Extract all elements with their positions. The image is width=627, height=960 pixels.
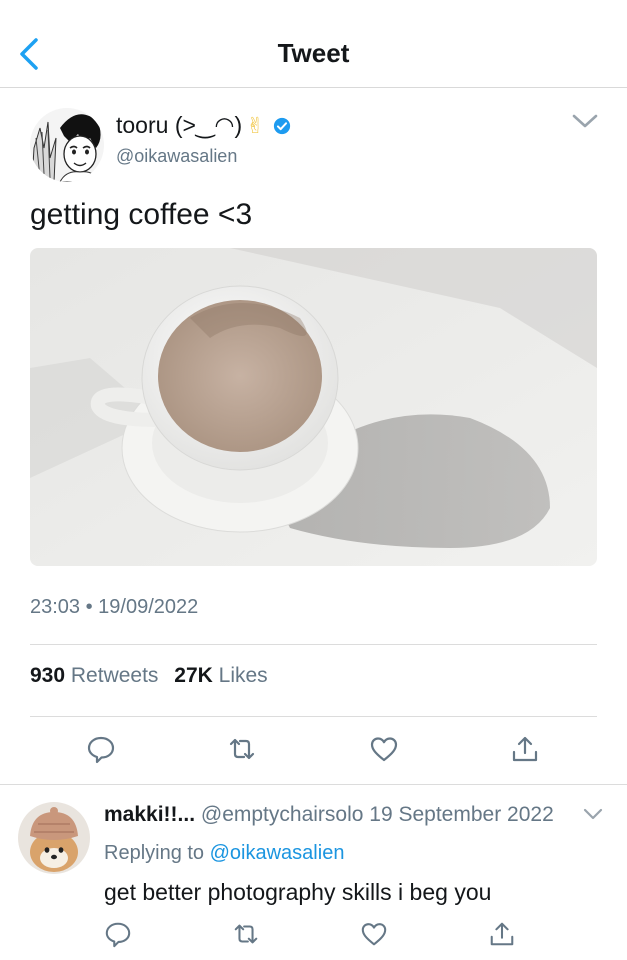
reply-author-handle[interactable]: @emptychairsolo bbox=[201, 803, 364, 826]
replying-to-mention[interactable]: @oikawasalien bbox=[210, 842, 345, 864]
tweet-photo[interactable] bbox=[30, 248, 597, 566]
tweet-timestamp: 23:03 • 19/09/2022 bbox=[30, 596, 199, 618]
verified-badge-icon bbox=[273, 117, 290, 134]
tweet-stats: 930 Retweets 27K Likes bbox=[30, 664, 268, 688]
author-avatar[interactable] bbox=[30, 108, 104, 182]
reply-date: 19 September 2022 bbox=[369, 803, 554, 826]
reply-icon[interactable] bbox=[104, 920, 132, 948]
nav-bar: Tweet bbox=[0, 0, 627, 88]
chevron-down-icon[interactable] bbox=[582, 806, 604, 824]
replying-to-label: Replying to bbox=[104, 842, 205, 864]
likes-count: 27K bbox=[174, 664, 213, 687]
reply-icon[interactable] bbox=[86, 734, 116, 764]
chevron-down-icon[interactable] bbox=[570, 112, 600, 132]
divider bbox=[30, 644, 597, 645]
retweet-icon[interactable] bbox=[232, 920, 260, 948]
author-display-name: tooru (>‿◠) bbox=[116, 112, 243, 138]
share-icon[interactable] bbox=[488, 920, 516, 948]
author-handle[interactable]: @oikawasalien bbox=[116, 146, 237, 167]
page-title: Tweet bbox=[277, 38, 350, 68]
reply-header: makki!!... @emptychairsolo 19 September … bbox=[104, 803, 554, 827]
victory-hand-emoji: ✌ bbox=[246, 112, 265, 138]
retweets-label: Retweets bbox=[70, 664, 159, 687]
like-icon[interactable] bbox=[360, 920, 388, 948]
reply-author-name[interactable]: makki!!... bbox=[104, 803, 195, 826]
share-icon[interactable] bbox=[510, 734, 540, 764]
retweets-count: 930 bbox=[30, 664, 66, 687]
likes-stat[interactable]: 27K Likes bbox=[174, 664, 267, 687]
reply-author-avatar[interactable] bbox=[18, 802, 90, 874]
divider bbox=[0, 784, 627, 785]
like-icon[interactable] bbox=[369, 734, 399, 764]
replying-to: Replying to @oikawasalien bbox=[104, 842, 344, 865]
author-name[interactable]: tooru (>‿◠) ✌ bbox=[116, 112, 291, 139]
divider bbox=[30, 716, 597, 717]
tweet-actions bbox=[0, 734, 627, 766]
retweet-icon[interactable] bbox=[227, 734, 257, 764]
retweets-stat[interactable]: 930 Retweets bbox=[30, 664, 158, 687]
reply-text: get better photography skills i beg you bbox=[104, 879, 492, 905]
likes-label: Likes bbox=[218, 664, 268, 687]
tweet-text: getting coffee <3 bbox=[30, 198, 253, 231]
